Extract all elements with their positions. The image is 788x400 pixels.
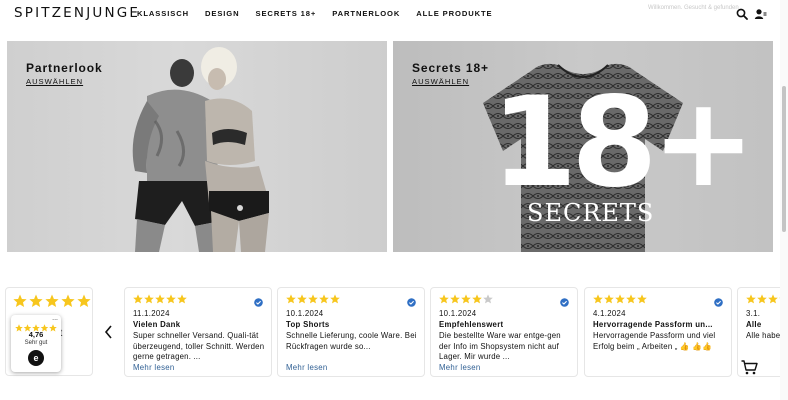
badge-more-icon[interactable]: ...	[52, 315, 58, 322]
verified-icon	[714, 294, 723, 312]
verified-icon	[254, 294, 263, 312]
review-title: Empfehlenswert	[439, 320, 504, 329]
search-icon[interactable]	[736, 8, 748, 20]
review-stars	[439, 294, 495, 304]
review-date: 11.1.2024	[133, 309, 170, 318]
verified-icon	[407, 294, 416, 312]
nav-item-secrets[interactable]: SECRETS 18+	[256, 9, 317, 18]
nav-item-design[interactable]: DESIGN	[205, 9, 240, 18]
star-icon	[286, 294, 296, 304]
top-note: Willkommen. Gesucht & gefunden	[648, 5, 739, 11]
verified-icon	[560, 294, 569, 312]
star-icon	[330, 294, 340, 304]
star-icon	[308, 294, 318, 304]
review-date: 3.1.	[746, 309, 761, 318]
secrets-logo-text: SECRETS	[527, 199, 655, 227]
review-body: Super schneller Versand. Quali-tät überz…	[133, 331, 265, 361]
scrollbar[interactable]	[780, 0, 788, 400]
scrollbar-thumb[interactable]	[782, 86, 786, 232]
star-icon	[593, 294, 603, 304]
star-icon	[439, 294, 449, 304]
review-date: 4.1.2024	[593, 309, 626, 318]
tile-partnerlook[interactable]: Partnerlook AUSWÄHLEN	[7, 41, 387, 252]
star-icon	[768, 294, 778, 304]
trusted-shops-badge[interactable]: ... 4,76 Sehr gut e	[11, 315, 61, 372]
review-stars	[133, 294, 189, 304]
review-card[interactable]: 10.1.2024 Empfehlenswert Die bestellte War…	[430, 287, 578, 377]
review-date: 10.1.2024	[286, 309, 324, 318]
review-stars	[286, 294, 342, 304]
tile-link-partnerlook[interactable]: AUSWÄHLEN	[26, 77, 83, 86]
review-title: Vielen Dank	[133, 320, 181, 329]
cart-icon[interactable]	[741, 360, 758, 375]
star-icon	[450, 294, 460, 304]
trusted-shops-seal-icon: e	[28, 350, 44, 366]
nav-item-partnerlook[interactable]: PARTNERLOOK	[332, 9, 400, 18]
star-icon	[155, 294, 165, 304]
review-card[interactable]: 4.1.2024 Hervorragende Passform un... Herv…	[584, 287, 732, 377]
tile-link-secrets[interactable]: AUSWÄHLEN	[412, 77, 469, 86]
tile-title-secrets: Secrets 18+	[412, 61, 489, 75]
nav-item-klassisch[interactable]: KLASSISCH	[137, 9, 189, 18]
badge-rating: 4,76	[28, 330, 44, 339]
read-more-link[interactable]: Mehr lesen	[133, 363, 175, 372]
star-icon	[757, 294, 767, 304]
read-more-link[interactable]: Mehr lesen	[439, 363, 481, 372]
star-icon	[461, 294, 471, 304]
star-icon	[615, 294, 625, 304]
star-icon	[472, 294, 482, 304]
badge-label: Sehr gut	[24, 340, 48, 346]
star-icon	[144, 294, 154, 304]
account-icon[interactable]	[754, 8, 767, 20]
secrets-big-text: 18+	[491, 71, 755, 215]
star-icon	[746, 294, 756, 304]
site-header: SPITZENJUNGE KLASSISCH DESIGN SECRETS 18…	[0, 0, 788, 30]
nav-item-alle-produkte[interactable]: ALLE PRODUKTE	[416, 9, 492, 18]
review-body: Hervorragende Passform und viel Erfolg b…	[593, 331, 716, 351]
star-icon	[626, 294, 636, 304]
star-icon	[319, 294, 329, 304]
review-title: Top Shorts	[286, 320, 330, 329]
page: SPITZENJUNGE KLASSISCH DESIGN SECRETS 18…	[0, 0, 788, 400]
review-date: 10.1.2024	[439, 309, 477, 318]
review-stars	[593, 294, 649, 304]
review-title: Hervorragende Passform un...	[593, 320, 713, 329]
review-title: Alle	[746, 320, 762, 329]
star-icon	[604, 294, 614, 304]
main-nav: KLASSISCH DESIGN SECRETS 18+ PARTNERLOOK…	[137, 9, 493, 18]
logo[interactable]: SPITZENJUNGE	[14, 5, 140, 21]
star-icon	[166, 294, 176, 304]
star-icon	[297, 294, 307, 304]
read-more-link[interactable]: Mehr lesen	[286, 363, 328, 372]
tile-title-partnerlook: Partnerlook	[26, 61, 103, 75]
chevron-left-icon[interactable]	[103, 324, 115, 340]
tile-secrets[interactable]: Secrets 18+ AUSWÄHLEN 18+ SECRETS	[393, 41, 773, 252]
review-card[interactable]: 11.1.2024 Vielen Dank Super schneller Vers…	[124, 287, 272, 377]
review-card[interactable]: 10.1.2024 Top Shorts Schnelle Lieferung, c…	[277, 287, 425, 377]
summary-stars	[13, 294, 93, 313]
star-icon	[637, 294, 647, 304]
star-icon	[177, 294, 187, 304]
review-body: Die bestellte Ware war entge-gen der Inf…	[439, 331, 561, 361]
star-icon	[483, 294, 493, 304]
star-icon	[133, 294, 143, 304]
review-body: Schnelle Lieferung, coole Ware. Bei Rück…	[286, 331, 417, 351]
